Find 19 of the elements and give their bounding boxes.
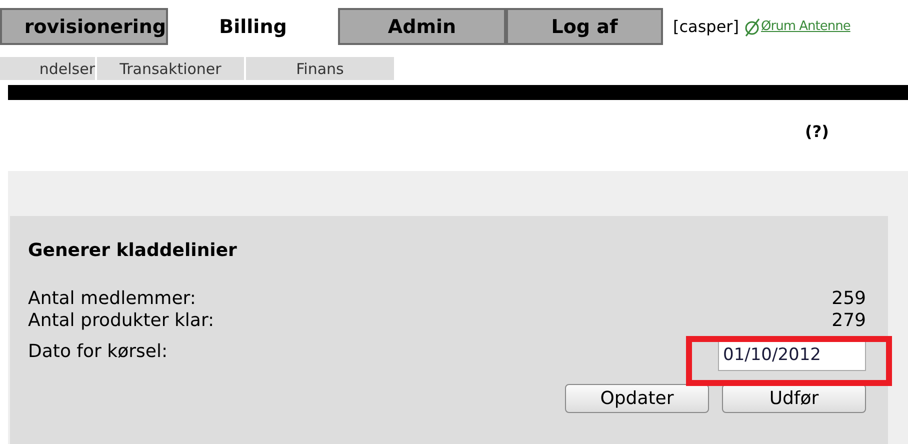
help-link[interactable]: (?) [805, 122, 829, 141]
action-button[interactable]: Opdater [565, 384, 709, 413]
field-label: Antal medlemmer: [28, 288, 196, 310]
slashed-circle-icon [743, 16, 761, 38]
sub-tab[interactable]: ndelser [0, 57, 95, 80]
panel-title: Generer kladdelinier [28, 240, 238, 261]
count-value: 279 [832, 310, 866, 332]
nav-tab[interactable]: rovisionering [0, 8, 168, 45]
action-button[interactable]: Udfør [722, 384, 866, 413]
date-field[interactable]: 01/10/2012 [718, 339, 866, 371]
field-label: Antal produkter klar: [28, 310, 214, 332]
nav-tab[interactable]: Log af [506, 8, 663, 45]
nav-tab[interactable]: Admin [338, 8, 506, 45]
brand-link[interactable]: Ørum Antenne [761, 19, 850, 34]
sub-tab[interactable]: Transaktioner [97, 57, 244, 80]
field-label: Dato for kørsel: [28, 340, 168, 362]
sub-tab[interactable]: Finans [246, 57, 394, 80]
count-value: 259 [832, 288, 866, 310]
username-label: [casper] [673, 16, 739, 38]
